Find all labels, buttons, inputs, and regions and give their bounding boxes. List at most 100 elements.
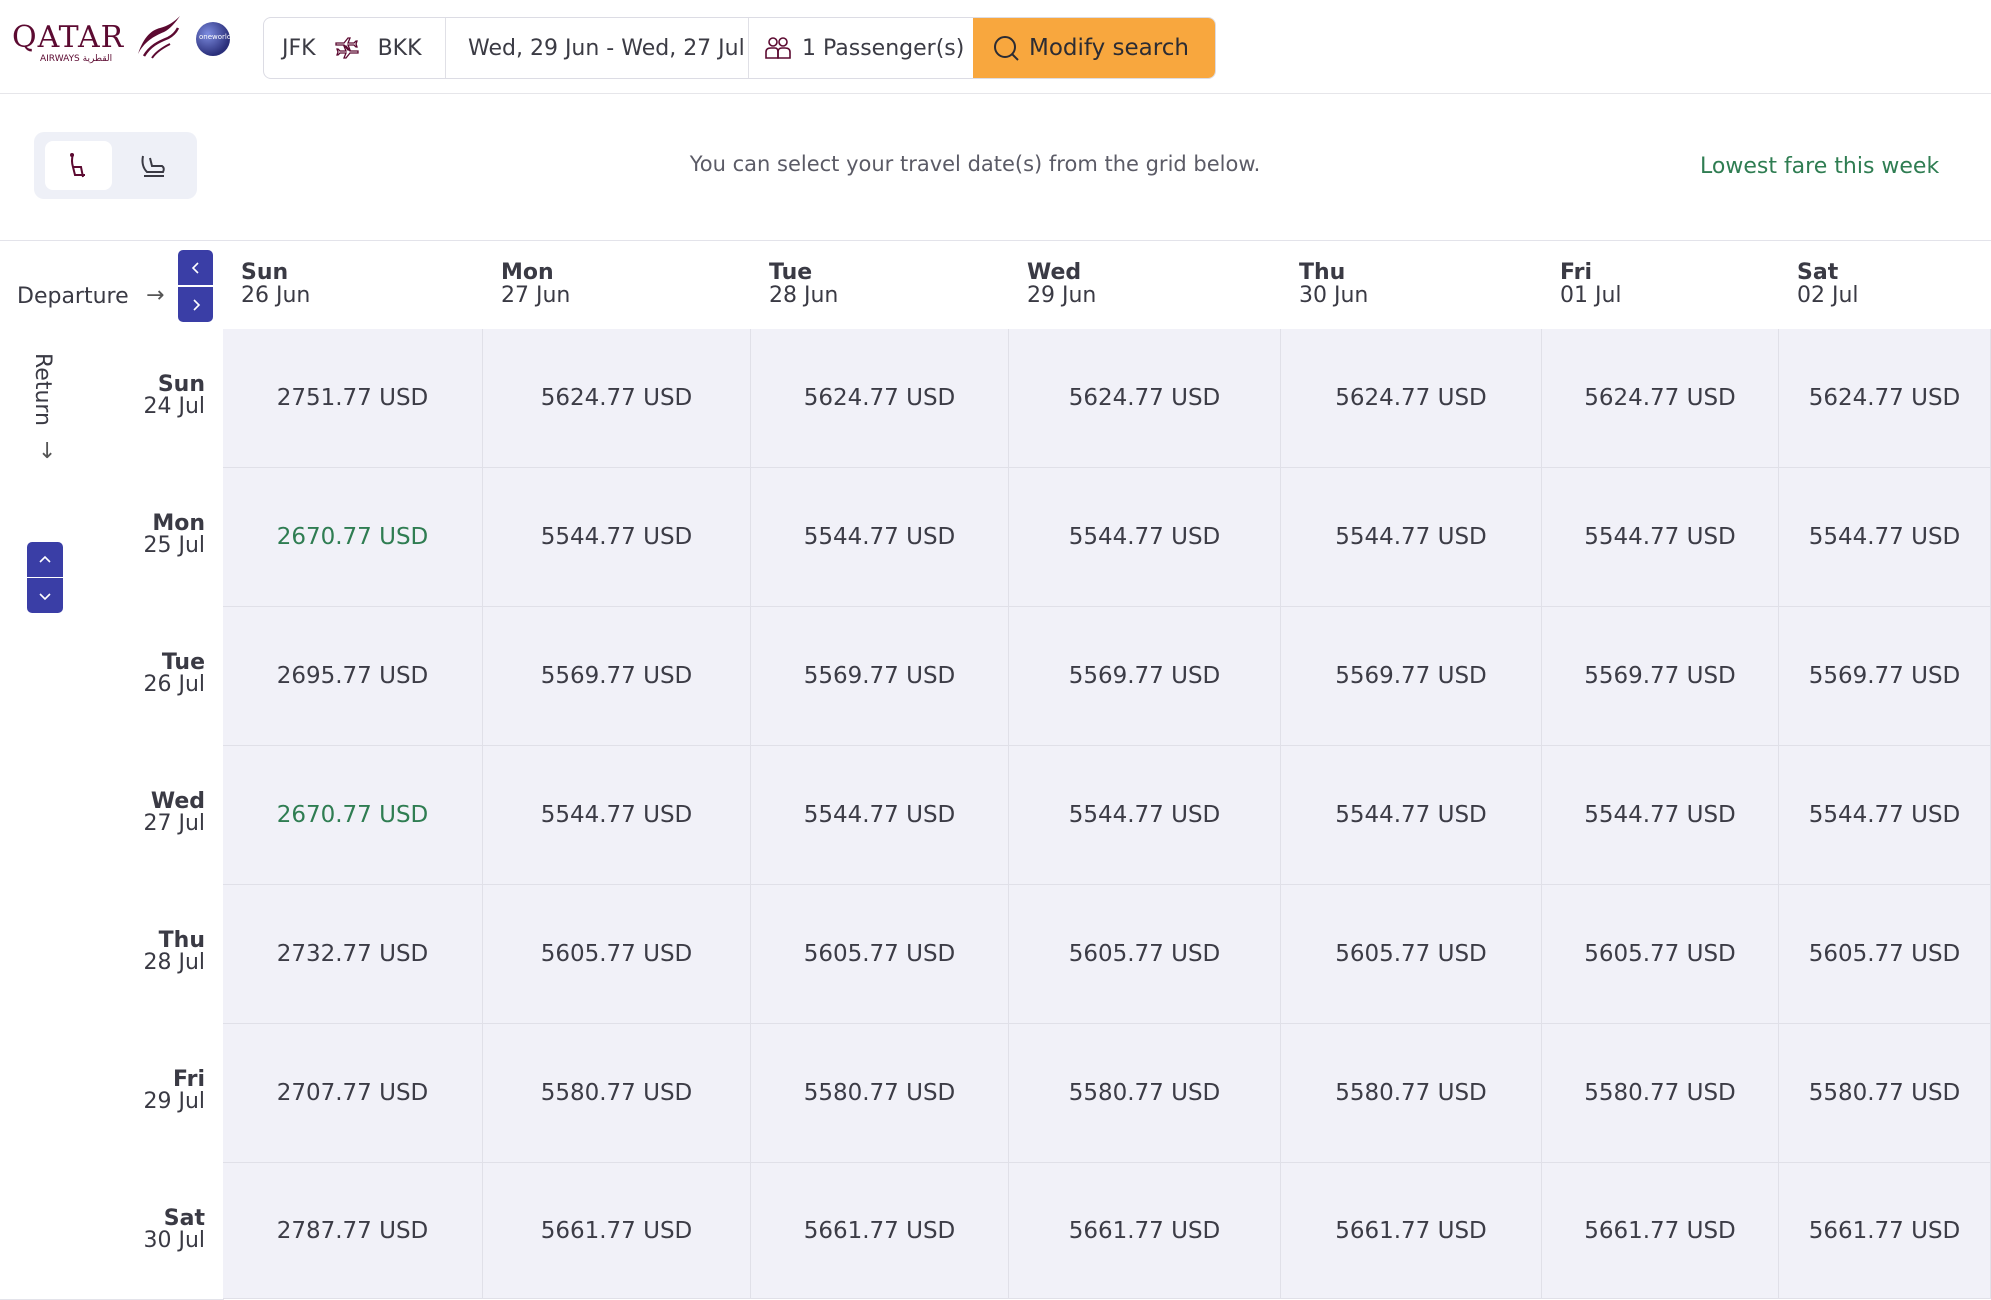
chevron-up-icon — [39, 555, 51, 563]
return-axis-label: Return — [30, 353, 55, 427]
return-date: 28 Jul — [143, 950, 205, 975]
departure-date-header[interactable]: Sat 02 Jul — [1779, 241, 1991, 330]
fare-cell[interactable]: 5544.77 USD — [1779, 746, 1991, 885]
chevron-left-icon — [191, 261, 199, 274]
fare-cell[interactable]: 5624.77 USD — [1281, 329, 1542, 468]
fare-cell[interactable]: 5661.77 USD — [1542, 1163, 1779, 1299]
return-date-header[interactable]: Thu 28 Jul — [0, 885, 224, 1025]
fare-cell[interactable]: 5580.77 USD — [1009, 1024, 1281, 1163]
fare-cell[interactable]: 5580.77 USD — [751, 1024, 1009, 1163]
next-return-week-button[interactable] — [27, 578, 63, 613]
fare-cell[interactable]: 2732.77 USD — [223, 885, 483, 1024]
oneworld-label: oneworld — [199, 33, 232, 41]
fare-cell[interactable]: 5544.77 USD — [483, 746, 751, 885]
return-date-header[interactable]: Sat 30 Jul — [0, 1163, 224, 1300]
fare-cell[interactable]: 5569.77 USD — [1779, 607, 1991, 746]
passengers-segment[interactable]: 1 Passenger(s) — [764, 18, 969, 78]
plane-swap-icon — [334, 37, 359, 59]
fare-cell[interactable]: 5661.77 USD — [1779, 1163, 1991, 1299]
departure-date: 30 Jun — [1299, 283, 1369, 308]
fare-cell[interactable]: 5605.77 USD — [1009, 885, 1281, 1024]
fare-cell[interactable]: 5624.77 USD — [1779, 329, 1991, 468]
fare-cell[interactable]: 5544.77 USD — [1779, 468, 1991, 607]
fare-cell[interactable]: 2751.77 USD — [223, 329, 483, 468]
fare-cell[interactable]: 2787.77 USD — [223, 1163, 483, 1299]
fare-cell[interactable]: 5661.77 USD — [1281, 1163, 1542, 1299]
fare-cell[interactable]: 5544.77 USD — [1009, 746, 1281, 885]
return-date-header[interactable]: Tue 26 Jul — [0, 607, 224, 747]
fare-cell[interactable]: 5544.77 USD — [1542, 468, 1779, 607]
departure-weekday: Tue — [769, 260, 813, 285]
fare-cell[interactable]: 5569.77 USD — [751, 607, 1009, 746]
fare-cell[interactable]: 5605.77 USD — [751, 885, 1009, 1024]
fare-cell[interactable]: 5661.77 USD — [1009, 1163, 1281, 1299]
fare-calendar-grid: Departure → Sun 26 Jun Mon 27 Jun Tue 28 Jun W… — [0, 240, 1991, 1300]
departure-axis-label: Departure — [17, 284, 129, 309]
fare-cell[interactable]: 5569.77 USD — [1009, 607, 1281, 746]
departure-weekday: Sat — [1797, 260, 1839, 285]
qatar-airways-logo[interactable]: QATAR AIRWAYS القطرية — [12, 14, 180, 64]
departure-date: 01 Jul — [1560, 283, 1622, 308]
fare-cell[interactable]: 5624.77 USD — [1009, 329, 1281, 468]
departure-date-header[interactable]: Wed 29 Jun — [1009, 241, 1282, 330]
fare-cell[interactable]: 5544.77 USD — [1281, 468, 1542, 607]
grid-hint-text: You can select your travel date(s) from … — [689, 152, 1261, 176]
departure-date-header[interactable]: Thu 30 Jun — [1281, 241, 1543, 330]
return-date: 25 Jul — [143, 533, 205, 558]
departure-weekday: Sun — [241, 260, 289, 285]
departure-date: 26 Jun — [241, 283, 311, 308]
departure-weekday: Fri — [1560, 260, 1593, 285]
fare-cell[interactable]: 5544.77 USD — [1009, 468, 1281, 607]
chevron-down-icon — [39, 592, 51, 600]
search-icon — [994, 36, 1019, 61]
return-week-nav — [27, 542, 63, 613]
arrow-right-icon: → — [146, 283, 165, 308]
modify-search-button[interactable]: Modify search — [973, 18, 1215, 78]
fare-cell[interactable]: 5580.77 USD — [1281, 1024, 1542, 1163]
logo-subtitle: AIRWAYS القطرية — [40, 54, 113, 64]
fare-cell[interactable]: 5661.77 USD — [751, 1163, 1009, 1299]
departure-date-header[interactable]: Sun 26 Jun — [223, 241, 484, 330]
return-date-header[interactable]: Wed 27 Jul — [0, 746, 224, 886]
fare-cell[interactable]: 5580.77 USD — [1779, 1024, 1991, 1163]
departure-date-header[interactable]: Mon 27 Jun — [483, 241, 752, 330]
departure-weekday: Thu — [1299, 260, 1346, 285]
fare-cell[interactable]: 2670.77 USD — [223, 468, 483, 607]
fare-cell[interactable]: 2707.77 USD — [223, 1024, 483, 1163]
departure-date-header[interactable]: Fri 01 Jul — [1542, 241, 1780, 330]
lowest-fare-week-link[interactable]: Lowest fare this week — [1700, 154, 1939, 179]
fare-cell[interactable]: 5569.77 USD — [1281, 607, 1542, 746]
fare-cell[interactable]: 5544.77 USD — [1542, 746, 1779, 885]
fare-cell[interactable]: 2670.77 USD — [223, 746, 483, 885]
fare-cell[interactable]: 5580.77 USD — [483, 1024, 751, 1163]
fare-cell[interactable]: 5544.77 USD — [751, 746, 1009, 885]
fare-cell[interactable]: 5605.77 USD — [483, 885, 751, 1024]
fare-cell[interactable]: 5605.77 USD — [1281, 885, 1542, 1024]
return-date: 29 Jul — [143, 1089, 205, 1114]
fare-cell[interactable]: 5569.77 USD — [1542, 607, 1779, 746]
departure-date-header[interactable]: Tue 28 Jun — [751, 241, 1010, 330]
fare-cell[interactable]: 5624.77 USD — [751, 329, 1009, 468]
fare-cell[interactable]: 5544.77 USD — [751, 468, 1009, 607]
departure-date: 27 Jun — [501, 283, 571, 308]
fare-cell[interactable]: 5580.77 USD — [1542, 1024, 1779, 1163]
fare-cell[interactable]: 5605.77 USD — [1542, 885, 1779, 1024]
passenger-count: 1 Passenger(s) — [802, 35, 965, 61]
fare-cell[interactable]: 5661.77 USD — [483, 1163, 751, 1299]
next-week-button[interactable] — [178, 287, 213, 322]
prev-week-button[interactable] — [178, 250, 213, 285]
departure-date: 02 Jul — [1797, 283, 1859, 308]
fare-cell[interactable]: 5624.77 USD — [1542, 329, 1779, 468]
chevron-right-icon — [192, 298, 200, 311]
travel-dates-segment[interactable]: Wed, 29 Jun - Wed, 27 Jul — [468, 18, 748, 78]
fare-cell[interactable]: 5605.77 USD — [1779, 885, 1991, 1024]
fare-cell[interactable]: 5569.77 USD — [483, 607, 751, 746]
fare-cell[interactable]: 5624.77 USD — [483, 329, 751, 468]
fare-cell[interactable]: 2695.77 USD — [223, 607, 483, 746]
fare-cell[interactable]: 5544.77 USD — [1281, 746, 1542, 885]
route-segment[interactable]: JFK BKK — [282, 18, 442, 78]
prev-return-week-button[interactable] — [27, 542, 63, 577]
fare-cell[interactable]: 5544.77 USD — [483, 468, 751, 607]
return-date-header[interactable]: Fri 29 Jul — [0, 1024, 224, 1164]
passengers-icon — [765, 37, 791, 59]
